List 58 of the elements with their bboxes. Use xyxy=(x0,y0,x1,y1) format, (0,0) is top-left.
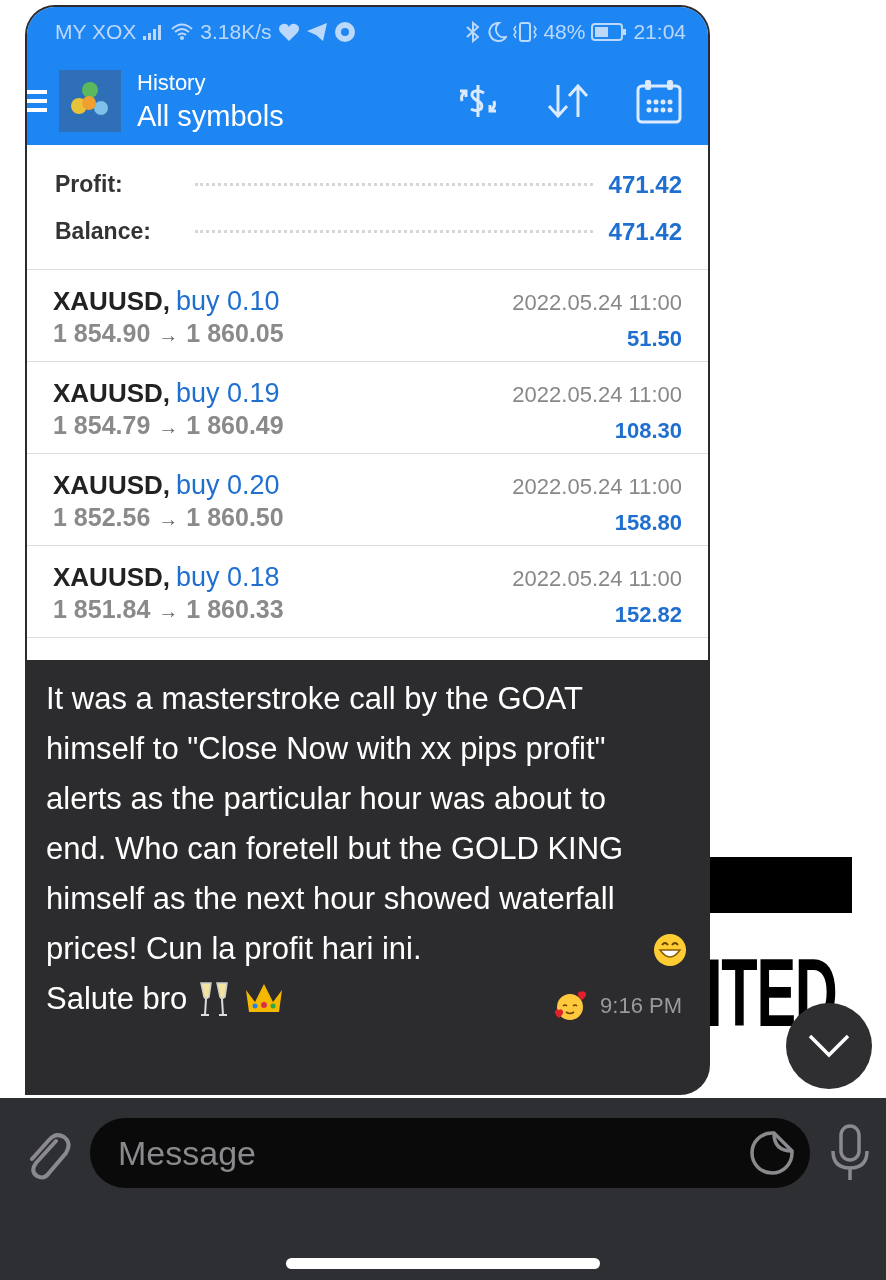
grinning-face-icon xyxy=(652,932,688,968)
screen-title: History xyxy=(137,69,207,96)
arrow-glyph: → xyxy=(158,324,179,347)
moon-icon xyxy=(487,21,508,43)
wifi-icon xyxy=(170,22,195,42)
arrow-glyph: → xyxy=(158,600,179,623)
symbol-filter[interactable]: All symbols xyxy=(137,99,284,133)
arrow-glyph: → xyxy=(158,416,179,439)
open-price: 1 851.84 xyxy=(53,595,151,624)
deal-time: 2022.05.24 11:00 xyxy=(512,290,682,316)
menu-icon[interactable] xyxy=(27,88,47,114)
message-time: 9:16 PM xyxy=(600,992,682,1020)
deal-profit: 158.80 xyxy=(614,510,682,536)
deal-profit: 152.82 xyxy=(614,602,682,628)
deal-symbol: XAUUSD, xyxy=(53,378,170,409)
message-text: Salute bro xyxy=(46,980,188,1018)
close-price: 1 860.05 xyxy=(186,319,284,348)
heart-icon xyxy=(277,22,300,42)
deal-time: 2022.05.24 11:00 xyxy=(512,566,682,592)
paper-plane-icon xyxy=(305,22,328,42)
deal-symbol: XAUUSD, xyxy=(53,470,170,501)
message-input-field[interactable]: Message xyxy=(90,1118,810,1188)
open-price: 1 854.79 xyxy=(53,411,151,440)
vibrate-icon xyxy=(513,21,538,43)
close-price: 1 860.33 xyxy=(186,595,284,624)
arrow-glyph: → xyxy=(158,508,179,531)
carrier-name: MY XOX xyxy=(55,20,137,44)
close-price: 1 860.49 xyxy=(186,411,284,440)
deal-symbol: XAUUSD, xyxy=(53,562,170,593)
sticker-icon[interactable] xyxy=(748,1129,796,1177)
deal-order: buy 0.18 xyxy=(176,562,280,593)
app-logo-icon xyxy=(59,70,121,132)
bluetooth-icon xyxy=(465,21,482,43)
clock-time: 21:04 xyxy=(633,20,686,44)
deal-order: buy 0.10 xyxy=(176,286,280,317)
deal-time: 2022.05.24 11:00 xyxy=(512,474,682,500)
deal-time: 2022.05.24 11:00 xyxy=(512,382,682,408)
close-price: 1 860.50 xyxy=(186,503,284,532)
deal-profit: 51.50 xyxy=(626,326,682,352)
network-speed: 3.18K/s xyxy=(200,20,272,44)
browser-icon xyxy=(333,21,356,43)
summary-value: 471.42 xyxy=(608,170,682,199)
smiling-face-hearts-icon[interactable] xyxy=(554,990,589,1022)
battery-icon xyxy=(591,23,628,41)
open-price: 1 852.56 xyxy=(53,503,151,532)
deal-order: buy 0.20 xyxy=(176,470,280,501)
deal-order: buy 0.19 xyxy=(176,378,280,409)
summary-value: 471.42 xyxy=(608,217,682,246)
message-text: It was a masterstroke call by the GOAT himself to "Close Now with xx pips profit" alerts as the particular hour was about to end. Who can foretell but the GOLD KING himself as the next hour showed waterfall prices! Cun la profit hari ini. xyxy=(46,680,625,968)
calendar-icon[interactable] xyxy=(636,78,682,124)
battery-percent: 48% xyxy=(543,20,586,44)
microphone-icon[interactable] xyxy=(828,1123,872,1183)
deal-profit: 108.30 xyxy=(614,418,682,444)
summary-label: Profit: xyxy=(55,171,124,198)
open-price: 1 854.90 xyxy=(53,319,151,348)
deal-symbol: XAUUSD, xyxy=(53,286,170,317)
chevron-down-icon xyxy=(807,1033,851,1059)
summary-label: Balance: xyxy=(55,218,152,245)
